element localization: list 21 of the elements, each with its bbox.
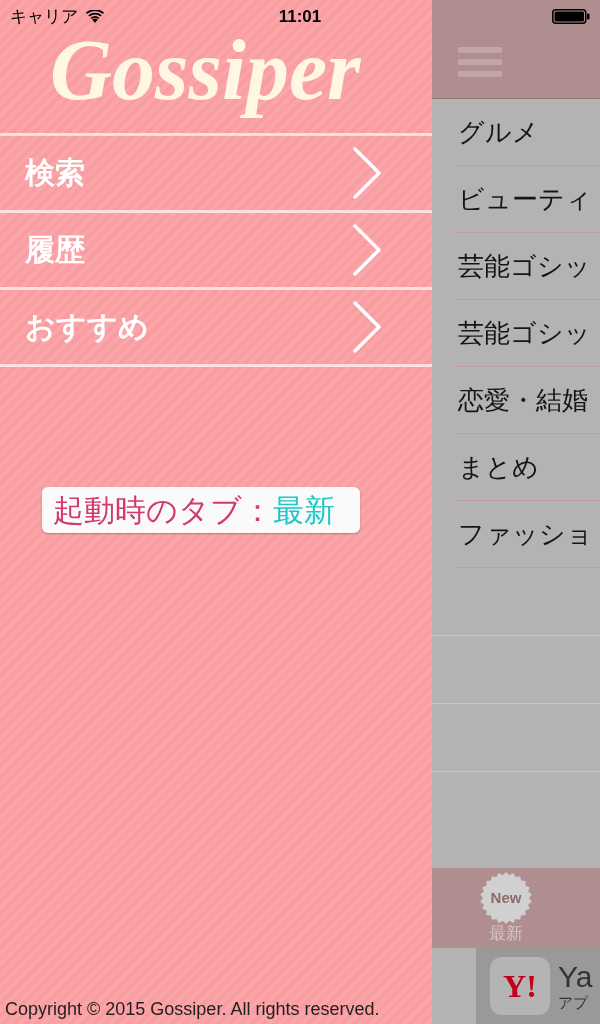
chevron-right-icon <box>352 301 382 353</box>
category-item[interactable]: ビューティ <box>456 166 600 233</box>
chevron-right-icon <box>352 147 382 199</box>
category-item[interactable]: 芸能ゴシッ <box>456 233 600 300</box>
status-time: 11:01 <box>278 7 322 25</box>
app-logo-tile: Y! <box>490 957 550 1015</box>
carrier-text: キャリア <box>10 7 78 25</box>
startup-tab-value: 最新 <box>273 494 335 526</box>
copyright-text: Copyright © 2015 Gossiper. All rights reserved. <box>5 999 380 1019</box>
category-item[interactable]: グルメ <box>456 99 600 166</box>
category-item[interactable]: ファッショ <box>456 501 600 568</box>
ad-subtitle: アプ <box>558 994 590 1012</box>
category-item[interactable]: まとめ <box>456 434 600 501</box>
ad-title: Ya <box>558 960 593 994</box>
wifi-icon <box>86 9 104 23</box>
category-item[interactable]: 恋愛・結婚 <box>456 367 600 434</box>
chevron-right-icon <box>352 224 382 276</box>
category-item[interactable]: 芸能ゴシッ <box>456 300 600 367</box>
battery-icon <box>552 8 590 24</box>
startup-tab-label: 起動時のタブ： <box>53 494 273 526</box>
new-badge: New <box>478 872 534 924</box>
